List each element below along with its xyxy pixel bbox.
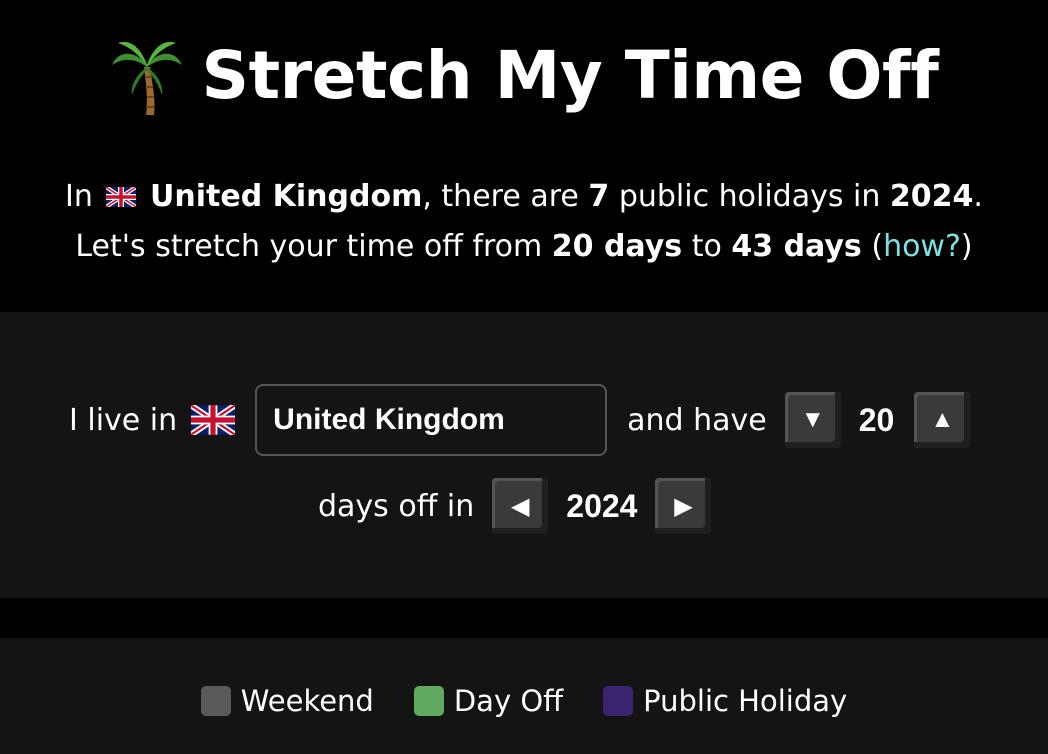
intro-mid2: public holidays in — [618, 179, 881, 214]
legend-label: Day Off — [453, 684, 564, 718]
intro-period: . — [973, 179, 983, 214]
legend: Weekend Day Off Public Holiday — [0, 684, 1048, 718]
increase-days-button[interactable]: ▲ — [914, 392, 971, 448]
country-input[interactable] — [255, 384, 608, 456]
section-divider — [0, 598, 1048, 638]
controls-row-country: I live in and have ▼ 20 ▲ — [69, 384, 971, 456]
title-text: Stretch My Time Off — [201, 37, 939, 114]
controls-panel: I live in and have ▼ 20 ▲ days off in ◀ … — [0, 312, 1048, 598]
intro-prefix: In — [65, 179, 93, 214]
intro-line-1: In United Kingdom, there are 7 public ho… — [0, 172, 1048, 222]
hero-section: Stretch My Time Off In United Kingdom, t… — [0, 0, 1048, 312]
intro-line2-mid: to — [691, 229, 722, 264]
weekend-swatch — [200, 686, 231, 716]
and-have-label: and have — [627, 402, 767, 438]
legend-label: Public Holiday — [643, 684, 848, 718]
next-year-button[interactable]: ▶ — [655, 478, 712, 534]
days-value: 20 — [858, 401, 895, 438]
day-off-swatch — [413, 686, 444, 716]
intro-year: 2024 — [889, 179, 974, 214]
public-holiday-swatch — [603, 686, 634, 716]
live-in-label: I live in — [69, 402, 178, 438]
intro-text: In United Kingdom, there are 7 public ho… — [0, 172, 1048, 272]
legend-item-weekend: Weekend — [200, 684, 374, 718]
legend-label: Weekend — [240, 684, 374, 718]
decrease-days-button[interactable]: ▼ — [784, 392, 841, 448]
controls-row-year: days off in ◀ 2024 ▶ — [318, 470, 712, 542]
year-value: 2024 — [566, 487, 638, 524]
days-off-label: days off in — [318, 488, 475, 524]
days-from: 20 days — [551, 229, 683, 264]
page-title: Stretch My Time Off — [0, 36, 1048, 116]
legend-item-public-holiday: Public Holiday — [603, 684, 847, 718]
paren-open: ( — [871, 229, 884, 264]
intro-mid: , there are — [422, 179, 579, 214]
intro-line2-prefix: Let's stretch your time off from — [75, 229, 543, 264]
prev-year-button[interactable]: ◀ — [492, 478, 549, 534]
legend-item-day-off: Day Off — [413, 684, 564, 718]
paren-close: ) — [960, 229, 973, 264]
legend-panel: Weekend Day Off Public Holiday — [0, 638, 1048, 754]
palm-tree-icon — [111, 41, 182, 115]
uk-flag-icon — [191, 405, 236, 435]
how-link[interactable]: how? — [883, 229, 961, 264]
intro-country: United Kingdom — [150, 179, 423, 214]
uk-flag-icon — [106, 187, 137, 207]
intro-line-2: Let's stretch your time off from 20 days… — [0, 222, 1048, 272]
days-to: 43 days — [731, 229, 862, 264]
holiday-count: 7 — [588, 179, 610, 214]
